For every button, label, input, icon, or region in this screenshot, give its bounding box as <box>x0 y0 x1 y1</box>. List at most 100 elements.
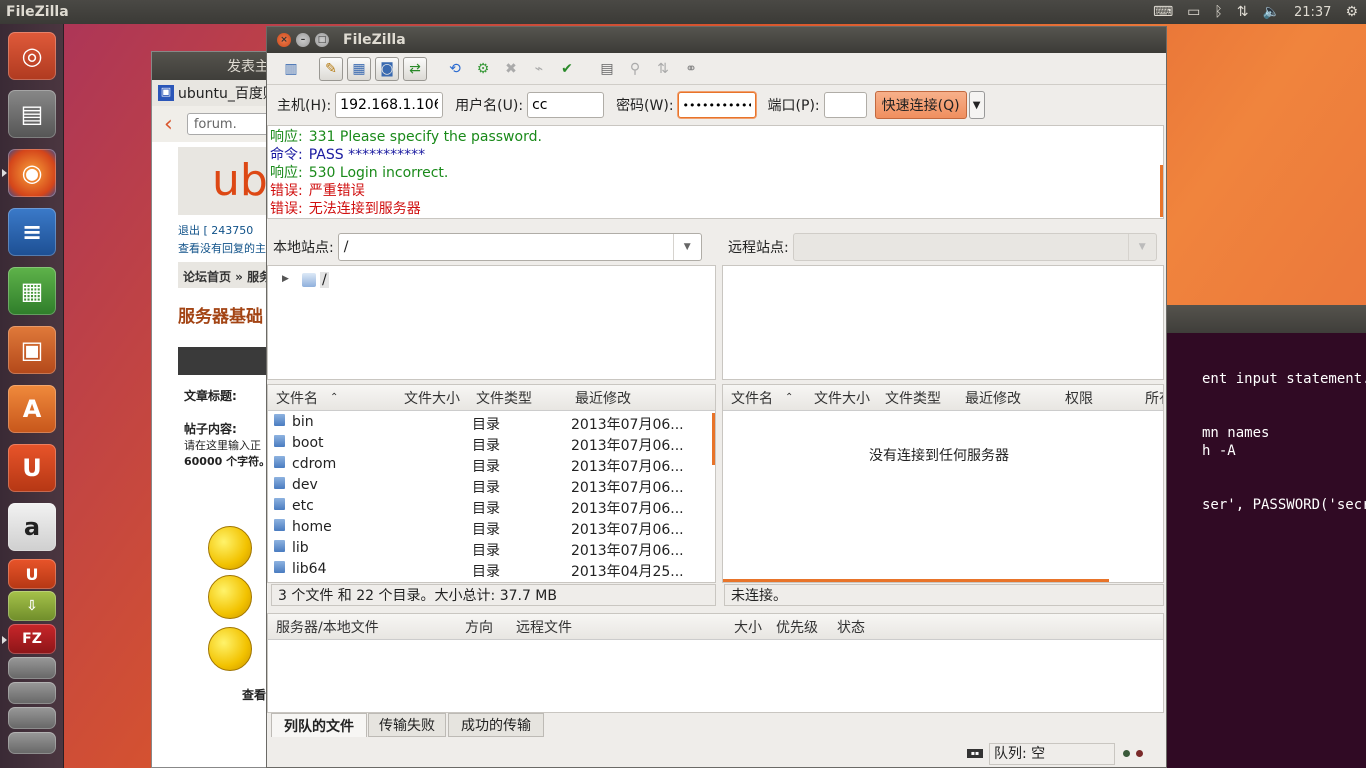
table-row[interactable]: lib64 目录 2013年04月25... <box>268 560 708 581</box>
col-filetype[interactable]: 文件类型 <box>885 388 941 408</box>
unreplied-link[interactable]: 查看没有回复的主 <box>178 240 266 256</box>
smiley-icon[interactable] <box>208 627 252 671</box>
toggle-tree-icon[interactable]: ▦ <box>347 56 371 81</box>
local-list-scrollbar[interactable] <box>712 413 715 465</box>
back-icon[interactable]: ‹ <box>164 112 173 137</box>
col-owner[interactable]: 所有 <box>1145 388 1163 408</box>
keyboard-icon[interactable]: ⌨ <box>1153 4 1173 20</box>
col-filesize[interactable]: 文件大小 <box>814 388 870 408</box>
col-modified[interactable]: 最近修改 <box>575 388 631 408</box>
trash-icon[interactable] <box>8 732 56 754</box>
battery-icon[interactable]: ▭ <box>1187 4 1200 20</box>
reconnect-icon[interactable]: ✔ <box>555 57 579 81</box>
tree-root-label[interactable]: / <box>320 272 329 288</box>
disconnect-icon[interactable]: ⌁ <box>527 57 551 81</box>
gear-icon[interactable]: ⚙ <box>1345 4 1358 20</box>
launcher-item-icon[interactable] <box>8 657 56 679</box>
chevron-down-icon[interactable]: ▼ <box>1127 234 1156 260</box>
col-filename[interactable]: 文件名 <box>731 388 773 408</box>
host-input[interactable] <box>335 92 444 118</box>
speed-limit-icon[interactable]: ▪▪ <box>967 749 983 758</box>
directory-listing-filter-icon[interactable]: ▤ <box>595 57 619 81</box>
dash-home-icon[interactable]: ◎ <box>8 32 56 80</box>
tab-successful-transfers[interactable]: 成功的传输 <box>448 713 544 737</box>
quickconnect-button[interactable]: 快速连接(Q) <box>874 91 967 119</box>
remote-empty-message: 没有连接到任何服务器 <box>869 448 1009 464</box>
refresh-icon[interactable]: ⟲ <box>443 57 467 81</box>
libreoffice-writer-icon[interactable]: ≡ <box>8 208 56 256</box>
launcher-item-icon[interactable] <box>8 682 56 704</box>
table-row[interactable]: boot 目录 2013年07月06... <box>268 434 708 455</box>
update-manager-icon[interactable]: ⇩ <box>8 591 56 621</box>
dir-comparison-icon[interactable]: ⚲ <box>623 57 647 81</box>
site-manager-icon[interactable]: ▥ <box>279 57 303 81</box>
local-file-list[interactable]: 文件名 ⌃ 文件大小 文件类型 最近修改 bin 目录 2013年07月06... b… <box>267 384 716 583</box>
view-more-link[interactable]: 查看 <box>242 686 266 703</box>
quickconnect-history-dropdown[interactable]: ▼ <box>968 91 985 119</box>
amazon-icon[interactable]: a <box>8 503 56 551</box>
search-icon[interactable]: ⚭ <box>679 57 703 81</box>
terminal-window[interactable]: ent input statement. mn names h -A ser',… <box>1166 305 1366 768</box>
table-row[interactable]: etc 目录 2013年07月06... <box>268 497 708 518</box>
libreoffice-impress-icon[interactable]: ▣ <box>8 326 56 374</box>
toggle-log-icon[interactable]: ✎ <box>319 56 343 81</box>
ubuntu-one-small-icon[interactable]: U <box>8 559 56 589</box>
remote-list-scrollbar[interactable] <box>723 579 1109 582</box>
ubuntu-one-icon[interactable]: U <box>8 444 56 492</box>
table-row[interactable]: cdrom 目录 2013年07月06... <box>268 455 708 476</box>
expand-arrow-icon[interactable]: ▶ <box>282 274 289 284</box>
table-row[interactable]: lib 目录 2013年07月06... <box>268 539 708 560</box>
table-row[interactable]: bin 目录 2013年07月06... <box>268 413 708 434</box>
active-app-name: FileZilla <box>6 4 69 20</box>
close-icon[interactable]: × <box>277 33 291 47</box>
col-filesize[interactable]: 文件大小 <box>404 388 460 408</box>
local-path-combo[interactable]: / ▼ <box>337 233 702 261</box>
col-filetype[interactable]: 文件类型 <box>476 388 532 408</box>
col-modified[interactable]: 最近修改 <box>965 388 1021 408</box>
tab-failed-transfers[interactable]: 传输失败 <box>368 713 446 737</box>
col-priority[interactable]: 优先级 <box>776 617 818 637</box>
software-center-icon[interactable]: A <box>8 385 56 433</box>
remote-file-list[interactable]: 文件名 ⌃ 文件大小 文件类型 最近修改 权限 所有 没有连接到任何服务器 <box>722 384 1164 583</box>
tab-queued-files[interactable]: 列队的文件 <box>271 713 367 737</box>
bluetooth-icon[interactable]: ᛒ <box>1214 4 1222 20</box>
col-permissions[interactable]: 权限 <box>1065 388 1093 408</box>
col-size[interactable]: 大小 <box>734 617 762 637</box>
sync-browsing-icon[interactable]: ⇅ <box>651 57 675 81</box>
col-remote-file[interactable]: 远程文件 <box>516 617 572 637</box>
remote-tree[interactable] <box>722 265 1164 380</box>
file-manager-icon[interactable]: ▤ <box>8 90 56 138</box>
firefox-icon[interactable]: ◉ <box>8 149 56 197</box>
toggle-remote-tree-icon[interactable]: ◙ <box>375 56 399 81</box>
col-filename[interactable]: 文件名 <box>276 388 318 408</box>
browser-tab[interactable]: ▣ ubuntu_百度贴 <box>152 80 280 106</box>
libreoffice-calc-icon[interactable]: ▦ <box>8 267 56 315</box>
remote-path-combo[interactable]: ▼ <box>792 233 1157 261</box>
table-row[interactable]: home 目录 2013年07月06... <box>268 518 708 539</box>
network-icon[interactable]: ⇅ <box>1237 4 1249 20</box>
maximize-icon[interactable]: □ <box>315 33 329 47</box>
cancel-icon[interactable]: ✖ <box>499 57 523 81</box>
clock[interactable]: 21:37 <box>1294 5 1331 20</box>
transfer-queue[interactable]: 服务器/本地文件 方向 远程文件 大小 优先级 状态 <box>267 613 1164 713</box>
filezilla-icon[interactable]: FZ <box>8 624 56 654</box>
process-queue-icon[interactable]: ⚙ <box>471 57 495 81</box>
smiley-icon[interactable] <box>208 526 252 570</box>
col-server-local-file[interactable]: 服务器/本地文件 <box>276 617 379 637</box>
port-input[interactable] <box>823 92 867 118</box>
launcher-item-icon[interactable] <box>8 707 56 729</box>
log-scrollbar[interactable] <box>1160 165 1163 217</box>
message-log[interactable]: 响应: 331 Please specify the password. 命令: PA… <box>267 125 1164 219</box>
toggle-queue-icon[interactable]: ⇄ <box>403 56 427 81</box>
logout-link[interactable]: 退出 [ 243750 <box>178 222 253 238</box>
col-direction[interactable]: 方向 <box>465 617 493 637</box>
table-row[interactable]: dev 目录 2013年07月06... <box>268 476 708 497</box>
password-input[interactable] <box>677 92 756 118</box>
smiley-icon[interactable] <box>208 575 252 619</box>
minimize-icon[interactable]: – <box>296 33 310 47</box>
local-tree[interactable]: ▶ / <box>267 265 716 380</box>
volume-icon[interactable]: 🔈 <box>1263 4 1280 20</box>
username-input[interactable] <box>527 92 605 118</box>
chevron-down-icon[interactable]: ▼ <box>672 234 701 260</box>
col-status[interactable]: 状态 <box>837 617 865 637</box>
